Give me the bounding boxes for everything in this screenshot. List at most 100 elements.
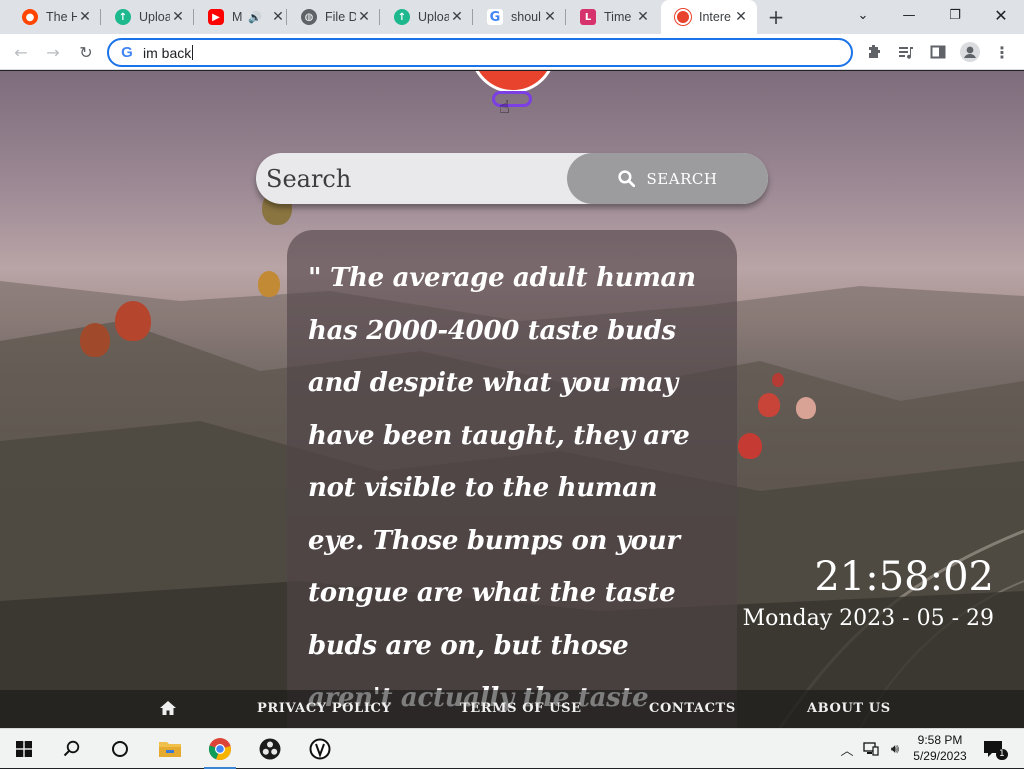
hand-cursor-icon: ☝ <box>499 97 510 118</box>
close-icon[interactable]: ✕ <box>733 9 749 25</box>
clock-time: 21:58:02 <box>814 554 994 600</box>
about-us-link[interactable]: ABOUT US <box>807 701 891 716</box>
obs-icon <box>259 738 281 760</box>
clock-widget: 21:58:02 Monday 2023 - 05 - 29 <box>743 552 994 634</box>
tab-search-icon[interactable]: ⌄ <box>840 0 886 30</box>
search-button[interactable]: SEARCH <box>567 153 768 204</box>
tab-title: Intere <box>699 10 731 24</box>
balloon <box>738 433 762 459</box>
balloon <box>796 397 816 419</box>
audio-icon[interactable]: 🔊 <box>248 11 262 24</box>
search-button-label: SEARCH <box>646 169 718 188</box>
close-icon[interactable]: ✕ <box>272 9 284 25</box>
tab-title: Uploa <box>418 10 449 24</box>
cortana-icon <box>112 741 128 757</box>
tab-title: Uploa <box>139 10 170 24</box>
fact-text: " The average adult human has 2000-4000 … <box>308 263 696 713</box>
app-icon <box>309 738 331 760</box>
google-icon: G <box>121 43 133 61</box>
close-icon[interactable]: ✕ <box>542 9 558 25</box>
reddit-icon: ● <box>22 9 38 25</box>
balloon <box>258 271 280 297</box>
close-icon[interactable]: ✕ <box>356 9 372 25</box>
task-view-button[interactable] <box>96 729 144 769</box>
extensions-icon[interactable] <box>864 42 884 62</box>
tab-title: Time <box>604 10 632 24</box>
notification-center[interactable]: 1 <box>978 729 1008 769</box>
close-icon[interactable]: ✕ <box>449 9 465 25</box>
site-icon <box>675 9 691 25</box>
search-icon <box>617 170 635 187</box>
page-footer: PRIVACY POLICY TERMS OF USE CONTACTS ABO… <box>0 690 1024 728</box>
new-tab-icon[interactable]: + <box>766 7 786 27</box>
tab-4[interactable]: ◍ File D ✕ <box>287 0 380 34</box>
system-clock[interactable]: 9:58 PM 5/29/2023 <box>908 732 972 764</box>
balloon <box>758 393 780 417</box>
tab-5[interactable]: ↑ Uploa ✕ <box>380 0 473 34</box>
time-icon: L <box>580 9 596 25</box>
home-icon[interactable] <box>159 699 177 717</box>
tab-strip: ● The H ✕ ↑ Uploa ✕ ▶ M 🔊 ✕ ◍ File D ✕ ↑… <box>0 0 1024 34</box>
globe-icon: ◍ <box>301 9 317 25</box>
taskbar-obs[interactable] <box>246 729 294 769</box>
upload-icon: ↑ <box>394 9 410 25</box>
close-icon[interactable]: ✕ <box>170 9 186 25</box>
side-panel-icon[interactable] <box>928 42 948 62</box>
show-hidden-icons[interactable]: ︿ <box>838 729 856 769</box>
network-icon[interactable] <box>860 729 882 769</box>
chrome-icon <box>208 738 231 761</box>
google-icon: G <box>487 9 503 25</box>
upload-icon: ↑ <box>115 9 131 25</box>
address-bar-text: im back <box>143 44 192 61</box>
address-bar[interactable]: G im back <box>107 38 853 67</box>
system-time: 9:58 PM <box>917 733 963 747</box>
taskbar-chrome[interactable] <box>196 729 244 769</box>
tab-title: M <box>232 10 243 24</box>
back-icon[interactable]: ← <box>9 40 33 64</box>
clock-date: Monday 2023 - 05 - 29 <box>742 606 994 631</box>
media-control-icon[interactable] <box>896 42 916 62</box>
close-icon[interactable]: ✕ <box>635 9 651 25</box>
tab-1[interactable]: ● The H ✕ <box>8 0 101 34</box>
youtube-icon: ▶ <box>208 9 224 25</box>
system-date: 5/29/2023 <box>913 749 967 763</box>
balloon <box>80 323 110 357</box>
page-viewport: ☝ SEARCH " The average adult human has 2… <box>0 71 1024 728</box>
taskbar-app[interactable] <box>296 729 344 769</box>
minimize-icon[interactable]: — <box>886 0 932 30</box>
forward-icon[interactable]: → <box>41 40 65 64</box>
contacts-link[interactable]: CONTACTS <box>649 701 736 716</box>
privacy-policy-link[interactable]: PRIVACY POLICY <box>257 701 391 716</box>
windows-icon <box>16 741 32 757</box>
tab-6[interactable]: G shoul ✕ <box>473 0 566 34</box>
tab-8-active[interactable]: Intere ✕ <box>661 0 757 34</box>
search-bar: SEARCH <box>256 153 768 204</box>
volume-icon[interactable]: 🔊︎ <box>884 729 906 769</box>
restore-icon[interactable]: ❐ <box>932 0 978 30</box>
browser-toolbar: ← → ↻ G im back ⋮ <box>0 34 1024 70</box>
tab-3[interactable]: ▶ M 🔊 ✕ <box>194 0 287 34</box>
notification-count: 1 <box>996 749 1008 760</box>
tab-title: shoul <box>511 10 541 24</box>
menu-icon[interactable]: ⋮ <box>992 42 1012 62</box>
folder-icon <box>159 742 181 757</box>
reload-icon[interactable]: ↻ <box>74 40 98 64</box>
taskbar-file-explorer[interactable] <box>146 729 194 769</box>
start-button[interactable] <box>0 729 48 769</box>
windows-taskbar: ︿ 🔊︎ 9:58 PM 5/29/2023 1 <box>0 728 1024 769</box>
tab-title: File D <box>325 10 356 24</box>
logo-link-icon <box>492 91 532 107</box>
taskbar-search-button[interactable] <box>48 729 96 769</box>
balloon <box>115 301 151 341</box>
site-logo[interactable] <box>470 71 556 93</box>
profile-icon[interactable] <box>960 42 980 62</box>
tab-2[interactable]: ↑ Uploa ✕ <box>101 0 194 34</box>
search-input[interactable] <box>266 153 566 204</box>
window-close-icon[interactable]: ✕ <box>978 0 1024 30</box>
tab-7[interactable]: L Time ✕ <box>566 0 659 34</box>
terms-of-use-link[interactable]: TERMS OF USE <box>460 701 582 716</box>
balloon <box>772 373 784 387</box>
close-icon[interactable]: ✕ <box>77 9 93 25</box>
fact-card: " The average adult human has 2000-4000 … <box>287 230 737 728</box>
search-icon <box>63 740 80 757</box>
